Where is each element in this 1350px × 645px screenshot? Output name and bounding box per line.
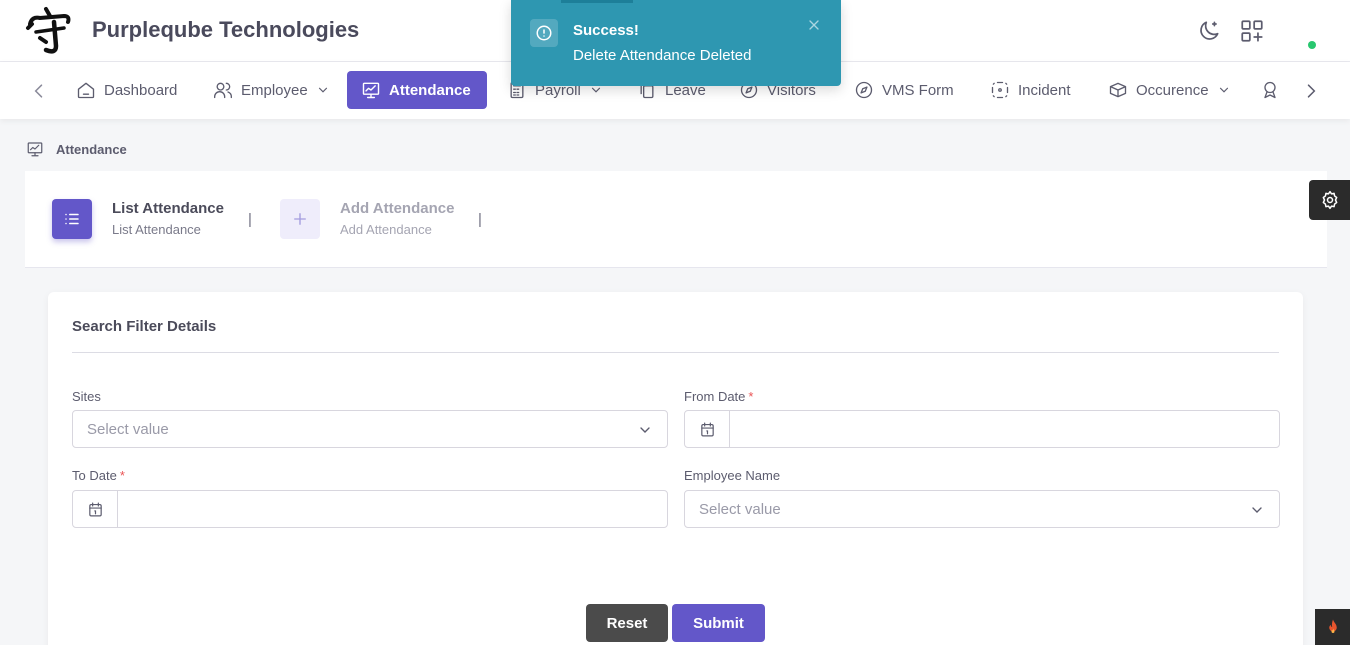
required-mark: * (748, 389, 754, 404)
from-date-calendar-button[interactable] (685, 411, 730, 447)
nav-label: Incident (1018, 81, 1071, 99)
close-icon[interactable] (806, 17, 822, 33)
monitor-chart-icon (27, 142, 43, 157)
dark-mode-moon-icon[interactable] (1196, 18, 1222, 44)
nav-item-attendance[interactable]: Attendance (347, 71, 487, 109)
from-date-group (684, 410, 1280, 448)
toast-top-accent (561, 0, 633, 3)
tab-add-attendance-subtitle: Add Attendance (340, 222, 432, 237)
apps-grid-icon[interactable] (1239, 18, 1265, 44)
nav-label: Attendance (389, 81, 471, 99)
nav-item-vms-form[interactable]: VMS Form (840, 71, 968, 109)
chevron-down-icon (640, 427, 650, 433)
search-filter-card: Search Filter Details Sites Select value… (48, 292, 1303, 645)
nav-label: Dashboard (104, 81, 178, 99)
nav-scroll-right-icon[interactable] (1301, 81, 1321, 101)
from-date-label: From Date * (684, 389, 754, 404)
toast-icon-box (530, 19, 558, 47)
chevron-down-icon (318, 87, 327, 93)
nav-item-occurence[interactable]: Occurence (1094, 71, 1245, 109)
reset-button[interactable]: Reset (586, 604, 668, 642)
plus-icon (294, 213, 306, 225)
home-icon (77, 82, 95, 99)
tab-separator: | (478, 211, 482, 228)
filter-card-title: Search Filter Details (72, 318, 217, 335)
to-date-input[interactable] (119, 491, 667, 527)
company-logo-icon[interactable] (24, 6, 74, 56)
sites-label: Sites (72, 389, 101, 404)
to-date-calendar-button[interactable] (73, 491, 118, 527)
nav-label: Employee (241, 81, 308, 99)
chevron-down-icon (1219, 87, 1228, 93)
chevron-down-icon (1252, 507, 1262, 513)
users-icon (214, 82, 232, 99)
focus-target-icon (991, 81, 1009, 99)
tab-add-attendance-button[interactable] (280, 199, 320, 239)
nav-item-employee[interactable]: Employee (199, 71, 344, 109)
employee-name-placeholder: Select value (699, 500, 781, 518)
submit-button[interactable]: Submit (672, 604, 765, 642)
quick-action-button[interactable] (1315, 609, 1350, 645)
tab-list-attendance-button[interactable] (52, 199, 92, 239)
tab-separator: | (248, 211, 252, 228)
employee-name-label: Employee Name (684, 468, 781, 483)
nav-item-award[interactable] (1250, 71, 1290, 109)
nav-label: VMS Form (882, 81, 954, 99)
divider (72, 352, 1279, 353)
breadcrumb-current: Attendance (56, 142, 127, 157)
nav-scroll-left-icon[interactable] (29, 81, 49, 101)
employee-name-select[interactable]: Select value (684, 490, 1280, 528)
alert-circle-icon (536, 25, 552, 41)
company-name: Purpleqube Technologies (92, 17, 360, 42)
required-mark: * (119, 468, 125, 483)
calendar-icon (88, 502, 102, 516)
nav-label: Occurence (1136, 81, 1209, 99)
sites-select[interactable]: Select value (72, 410, 668, 448)
tab-add-attendance-title[interactable]: Add Attendance (340, 200, 454, 217)
sites-placeholder: Select value (87, 420, 169, 438)
monitor-chart-icon (362, 82, 380, 99)
nav-item-incident[interactable]: Incident (976, 71, 1085, 109)
list-icon (65, 213, 79, 225)
gear-icon (1322, 190, 1337, 210)
award-badge-icon (1264, 81, 1276, 99)
package-box-icon (1109, 82, 1127, 98)
to-date-label: To Date * (72, 468, 125, 483)
calendar-icon (700, 422, 714, 436)
to-date-group (72, 490, 668, 528)
online-status-dot (1308, 41, 1316, 49)
success-toast: Success! Delete Attendance Deleted (511, 0, 841, 86)
from-date-input[interactable] (731, 411, 1279, 447)
tab-list-attendance-subtitle: List Attendance (112, 222, 201, 237)
nav-item-dashboard[interactable]: Dashboard (62, 71, 191, 109)
tab-list-attendance-title[interactable]: List Attendance (112, 200, 224, 217)
compass-icon (855, 81, 873, 99)
flame-icon (1328, 619, 1337, 633)
theme-settings-button[interactable] (1309, 180, 1350, 220)
toast-title: Success! (573, 22, 639, 39)
toast-message: Delete Attendance Deleted (573, 47, 752, 64)
tab-card: List Attendance List Attendance | Add At… (25, 171, 1327, 268)
